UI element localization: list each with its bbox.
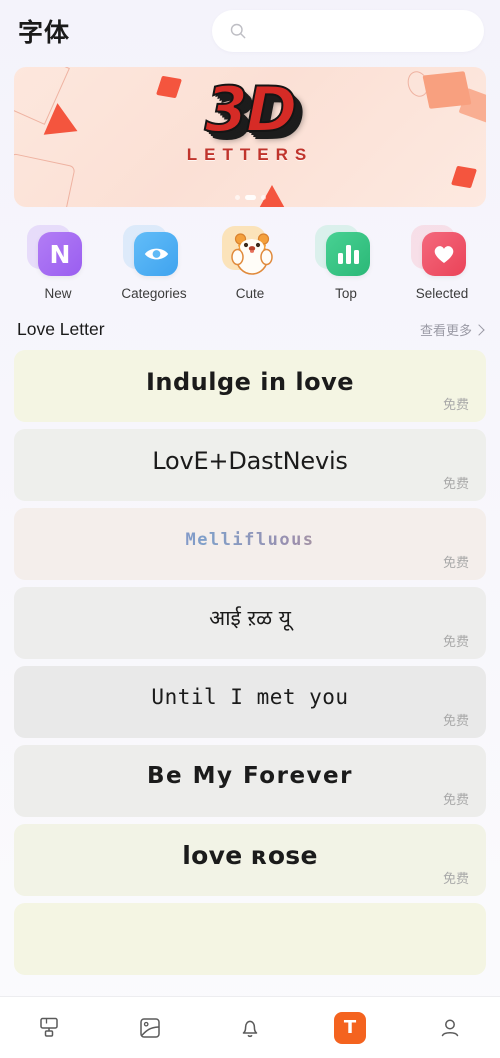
font-card[interactable]: love ʀose 免费 [14,824,486,896]
shortcut-item-new[interactable]: N New [10,225,106,301]
font-sample-text [180,935,320,943]
icon-stack [315,225,372,279]
font-sample-text: love ʀose [182,841,318,871]
font-sample-text: Be My Forever [147,763,353,790]
shortcut-label: Cute [235,286,265,301]
shortcut-row: N New Categories Cute Top Selected [0,207,500,305]
price-badge: 免费 [442,476,469,491]
price-badge: 免费 [442,792,469,807]
view-more-label: 查看更多 [419,323,472,338]
shortcut-label: Categories [121,286,187,301]
font-sample-text: Mellifluous [115,530,384,558]
banner-title-3d: 3D [204,73,299,146]
nav-active-glyph: T [343,1017,357,1038]
carousel-dot-active[interactable] [244,195,256,200]
heart-icon [422,232,466,276]
hamster-icon [231,233,273,275]
font-card[interactable]: Mellifluous 免费 [14,508,486,580]
search-icon [230,23,246,39]
font-sample-text: LovE+DastNevis [152,446,348,475]
shortcut-glyph: N [49,239,71,269]
price-badge: 免费 [442,871,469,886]
font-card[interactable] [14,903,486,975]
heart-glyph [434,246,454,263]
banner-carousel[interactable]: 3D LETTERS [0,62,500,207]
shortcut-item-cute[interactable]: Cute [202,226,298,301]
nav-item-notifications[interactable] [200,997,300,1058]
font-card-list: Indulge in love 免费 LovE+DastNevis 免费 Mel… [0,350,500,975]
font-sample-text: Until I met you [151,685,349,710]
app-root: 字体 3D LETTERS N New Categories Cute Top … [0,0,500,1058]
font-t-icon: T [334,1011,366,1044]
carousel-dot[interactable] [260,195,266,200]
bar-chart-glyph [337,244,359,264]
font-sample-text: आई ऱळ यू [209,606,291,631]
shortcut-item-selected[interactable]: Selected [394,225,490,301]
icon-stack [222,226,276,279]
font-card[interactable]: Indulge in love 免费 [14,350,486,422]
shortcut-item-top[interactable]: Top [298,225,394,301]
search-input[interactable] [257,23,468,39]
carousel-dots[interactable] [14,195,486,200]
chevron-right-icon [473,323,485,336]
letter-n-icon: N [38,232,82,276]
shortcut-label: Top [335,286,357,301]
font-card[interactable]: Be My Forever 免费 [14,745,486,817]
image-icon [140,1017,160,1038]
font-card[interactable]: आई ऱळ यू 免费 [14,587,486,659]
search-bar[interactable] [212,10,484,52]
paint-roller-icon [40,1017,58,1037]
icon-stack: N [27,225,84,279]
banner-logo: 3D LETTERS [14,73,486,165]
eye-icon [134,232,178,276]
shortcut-item-categories[interactable]: Categories [106,225,202,301]
shortcut-label: New [44,286,72,301]
icon-stack [123,225,180,279]
price-badge: 免费 [442,713,469,728]
person-icon [441,1019,459,1036]
icon-stack [411,225,468,279]
banner-slide[interactable]: 3D LETTERS [14,67,486,207]
decor-cube-right [450,165,478,189]
banner-subtitle: LETTERS [186,145,314,164]
font-card[interactable]: Until I met you 免费 [14,666,486,738]
eye-glyph [144,248,168,260]
font-card[interactable]: LovE+DastNevis 免费 [14,429,486,501]
price-badge: 免费 [442,397,469,412]
section-header: Love Letter 查看更多 [0,305,500,350]
section-title: Love Letter [17,319,105,339]
shortcut-label: Selected [415,286,469,301]
font-sample-text: Indulge in love [145,367,355,396]
carousel-dot[interactable] [234,195,240,200]
price-badge: 免费 [442,634,469,649]
price-badge: 免费 [442,555,469,570]
bar-chart-icon [326,232,370,276]
header-bar: 字体 [0,0,500,62]
bell-icon [242,1020,258,1037]
bottom-navigation: T [0,996,500,1058]
view-more-link[interactable]: 查看更多 [419,320,485,339]
nav-item-wallpaper[interactable] [100,997,200,1058]
page-title: 字体 [18,19,71,47]
nav-item-fonts[interactable]: T [300,997,400,1058]
nav-item-profile[interactable] [400,997,500,1058]
nav-item-themes[interactable] [0,997,100,1058]
